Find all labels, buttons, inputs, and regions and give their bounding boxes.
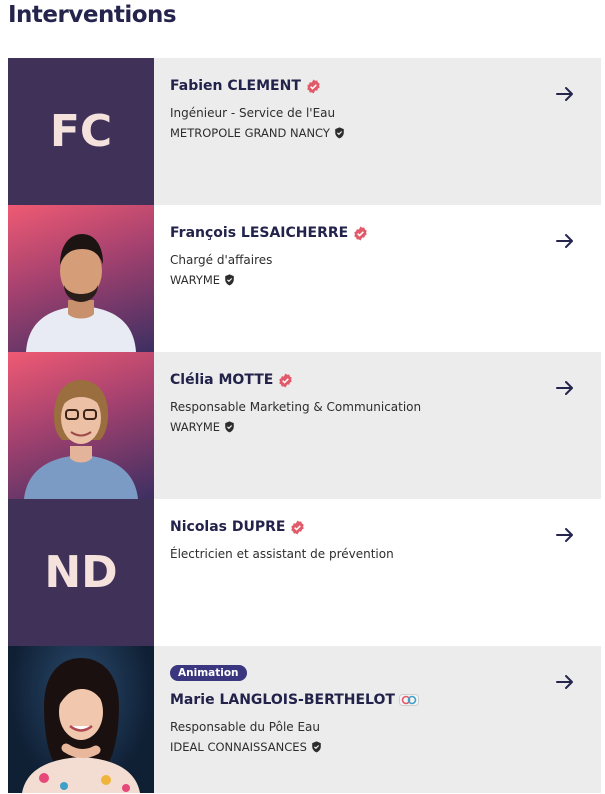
person-portrait-icon: [24, 380, 138, 499]
animation-badge: Animation: [170, 665, 247, 681]
speaker-name[interactable]: Nicolas DUPRE: [170, 519, 285, 535]
speaker-name[interactable]: François LESAICHERRE: [170, 225, 348, 241]
speaker-card[interactable]: Clélia MOTTE Responsable Marketing & Com…: [8, 352, 601, 499]
verified-shield-icon: [225, 274, 234, 286]
org-name: WARYME: [170, 420, 221, 434]
speaker-role: Électricien et assistant de prévention: [170, 547, 394, 561]
verified-shield-icon: [335, 127, 344, 139]
speaker-card[interactable]: ND Nicolas DUPRE Électricien et assistan…: [8, 499, 601, 646]
avatar: ND: [8, 499, 154, 646]
name-row: Clélia MOTTE: [170, 372, 293, 388]
avatar-photo: [8, 352, 154, 499]
speaker-info: Fabien CLEMENT Ingénieur - Service de l'…: [154, 58, 601, 205]
arrow-right-icon[interactable]: [555, 525, 575, 545]
speaker-role: Responsable Marketing & Communication: [170, 400, 422, 414]
org-name: WARYME: [170, 273, 221, 287]
speaker-role: Chargé d'affaires: [170, 253, 273, 267]
interventions-list: FC Fabien CLEMENT Ingénieur - Service de…: [8, 58, 601, 793]
speaker-info: Clélia MOTTE Responsable Marketing & Com…: [154, 352, 601, 499]
speaker-org: WARYME: [170, 273, 235, 287]
speaker-info: Animation Marie LANGLOIS-BERTHELOT Respo…: [154, 646, 601, 793]
verified-badge-icon: [354, 225, 367, 241]
speaker-org: WARYME: [170, 420, 235, 434]
arrow-right-icon[interactable]: [555, 672, 575, 692]
name-row: Nicolas DUPRE: [170, 519, 305, 535]
speaker-card[interactable]: Animation Marie LANGLOIS-BERTHELOT Respo…: [8, 646, 601, 793]
speaker-card[interactable]: François LESAICHERRE Chargé d'affaires W…: [8, 205, 601, 352]
speaker-role: Responsable du Pôle Eau: [170, 720, 321, 734]
name-row: Fabien CLEMENT: [170, 78, 321, 94]
speaker-org: IDEAL CONNAISSANCES: [170, 740, 322, 754]
verified-shield-icon: [225, 421, 234, 433]
verified-badge-icon: [307, 78, 320, 94]
speaker-card[interactable]: FC Fabien CLEMENT Ingénieur - Service de…: [8, 58, 601, 205]
name-row: François LESAICHERRE: [170, 225, 368, 241]
speaker-org: METROPOLE GRAND NANCY: [170, 126, 345, 140]
verified-badge-icon: [291, 519, 305, 535]
speaker-name[interactable]: Fabien CLEMENT: [170, 78, 301, 94]
page-title: Interventions: [8, 2, 177, 28]
avatar: FC: [8, 58, 154, 205]
person-portrait-icon: [26, 234, 136, 352]
org-name: IDEAL CONNAISSANCES: [170, 740, 307, 754]
arrow-right-icon[interactable]: [555, 231, 575, 251]
speaker-role: Ingénieur - Service de l'Eau: [170, 106, 336, 120]
avatar-photo: [8, 646, 154, 793]
speaker-name[interactable]: Clélia MOTTE: [170, 372, 273, 388]
avatar-initials: FC: [49, 106, 113, 157]
speaker-info: François LESAICHERRE Chargé d'affaires W…: [154, 205, 601, 352]
arrow-right-icon[interactable]: [555, 378, 575, 398]
org-name: METROPOLE GRAND NANCY: [170, 126, 330, 140]
avatar-initials: ND: [44, 547, 118, 598]
verified-shield-icon: [312, 741, 321, 753]
partner-logo-icon: [398, 694, 419, 706]
name-row: Marie LANGLOIS-BERTHELOT: [170, 692, 419, 708]
speaker-name[interactable]: Marie LANGLOIS-BERTHELOT: [170, 692, 395, 708]
speaker-info: Nicolas DUPRE Électricien et assistant d…: [154, 499, 601, 646]
arrow-right-icon[interactable]: [555, 84, 575, 104]
avatar-photo: [8, 205, 154, 352]
verified-badge-icon: [279, 372, 292, 388]
person-portrait-icon: [22, 658, 140, 793]
